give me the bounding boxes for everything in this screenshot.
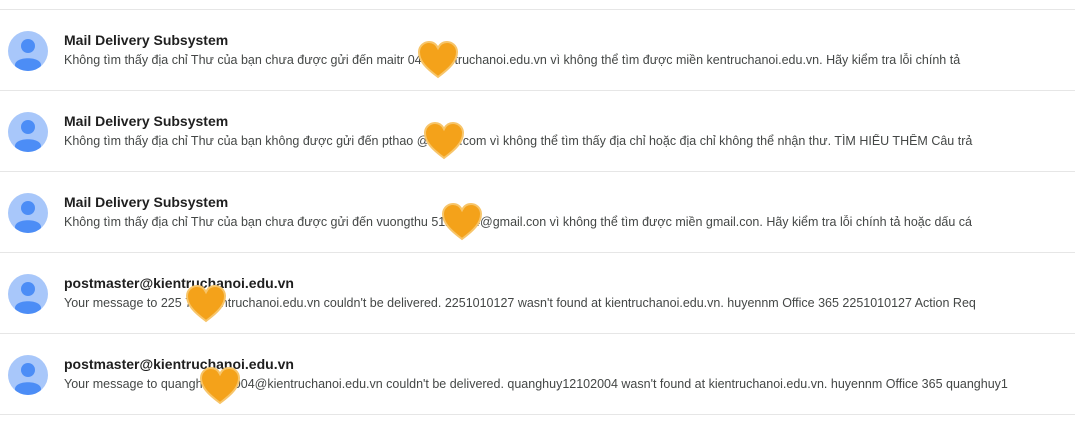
orange-heart-sticker-icon	[416, 40, 460, 80]
message-snippet: Không tìm thấy địa chỉ Thư của bạn chưa …	[64, 215, 972, 229]
default-person-avatar-icon	[8, 274, 48, 314]
sender-name: postmaster@kientruchanoi.edu.vn	[64, 275, 294, 291]
row-divider	[0, 414, 1075, 415]
orange-heart-sticker-icon	[440, 202, 484, 242]
message-row[interactable]: Mail Delivery Subsystem Không tìm thấy đ…	[0, 10, 1075, 90]
default-person-avatar-icon	[8, 31, 48, 71]
default-person-avatar-icon	[8, 355, 48, 395]
message-row[interactable]: Mail Delivery Subsystem Không tìm thấy đ…	[0, 91, 1075, 171]
message-row[interactable]: Mail Delivery Subsystem Không tìm thấy đ…	[0, 172, 1075, 252]
sender-name: Mail Delivery Subsystem	[64, 194, 229, 210]
default-person-avatar-icon	[8, 193, 48, 233]
message-row[interactable]: postmaster@kientruchanoi.edu.vn Your mes…	[0, 253, 1075, 333]
sender-name: Mail Delivery Subsystem	[64, 32, 229, 48]
message-snippet: Không tìm thấy địa chỉ Thư của bạn chưa …	[64, 53, 961, 67]
sender-name: Mail Delivery Subsystem	[64, 113, 229, 129]
message-snippet: Không tìm thấy địa chỉ Thư của bạn không…	[64, 134, 973, 148]
message-row[interactable]: postmaster@kientruchanoi.edu.vn Your mes…	[0, 334, 1075, 414]
orange-heart-sticker-icon	[198, 366, 242, 406]
orange-heart-sticker-icon	[422, 121, 466, 161]
message-list: Mail Delivery Subsystem Không tìm thấy đ…	[0, 0, 1075, 433]
orange-heart-sticker-icon	[184, 284, 228, 324]
sender-name: postmaster@kientruchanoi.edu.vn	[64, 356, 294, 372]
default-person-avatar-icon	[8, 112, 48, 152]
